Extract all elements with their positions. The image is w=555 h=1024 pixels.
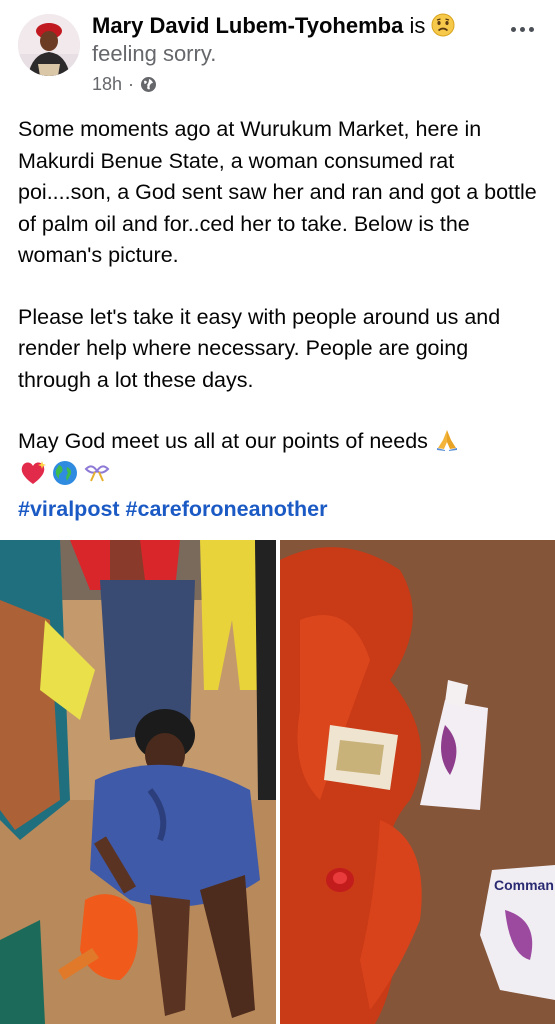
body-paragraph-2: Please let's take it easy with people ar… <box>18 304 501 392</box>
post-author-line: Mary David Lubem-Tyohemba is feeling sor… <box>92 12 487 68</box>
body-paragraph-1: Some moments ago at Wurukum Market, here… <box>18 117 537 267</box>
sparkling-heart-emoji-icon <box>18 459 48 497</box>
post-time[interactable]: 18h <box>92 74 122 95</box>
is-word: is <box>409 13 426 38</box>
globe-emoji-icon <box>50 459 80 497</box>
sad-face-emoji-icon <box>431 13 455 37</box>
post-meta: 18h · <box>92 74 157 95</box>
globe-icon[interactable] <box>140 76 157 93</box>
post-body: Some moments ago at Wurukum Market, here… <box>18 114 544 524</box>
photo-left[interactable]: woman-seated-market-photo <box>0 540 276 1024</box>
folded-hands-emoji-icon <box>434 426 460 462</box>
hashtags-link[interactable]: #viralpost #careforoneanother <box>18 494 544 524</box>
photo-right[interactable]: spilled-palm-oil-packets-photo Comman <box>280 540 555 1024</box>
more-dots-icon <box>510 26 516 32</box>
svg-text:Comman: Comman <box>494 877 554 893</box>
feeling-text: feeling sorry. <box>92 41 217 66</box>
post-photos: woman-seated-market-photo spil <box>0 540 555 1024</box>
author-avatar[interactable] <box>18 14 80 76</box>
post-header: Mary David Lubem-Tyohemba is feeling sor… <box>0 0 555 104</box>
ribbon-emoji-icon <box>82 459 112 497</box>
emoji-row <box>18 459 544 497</box>
meta-separator: · <box>128 74 135 94</box>
body-paragraph-3: May God meet us all at our points of nee… <box>18 429 428 453</box>
author-name[interactable]: Mary David Lubem-Tyohemba <box>92 13 403 38</box>
more-options-button[interactable] <box>505 14 539 44</box>
